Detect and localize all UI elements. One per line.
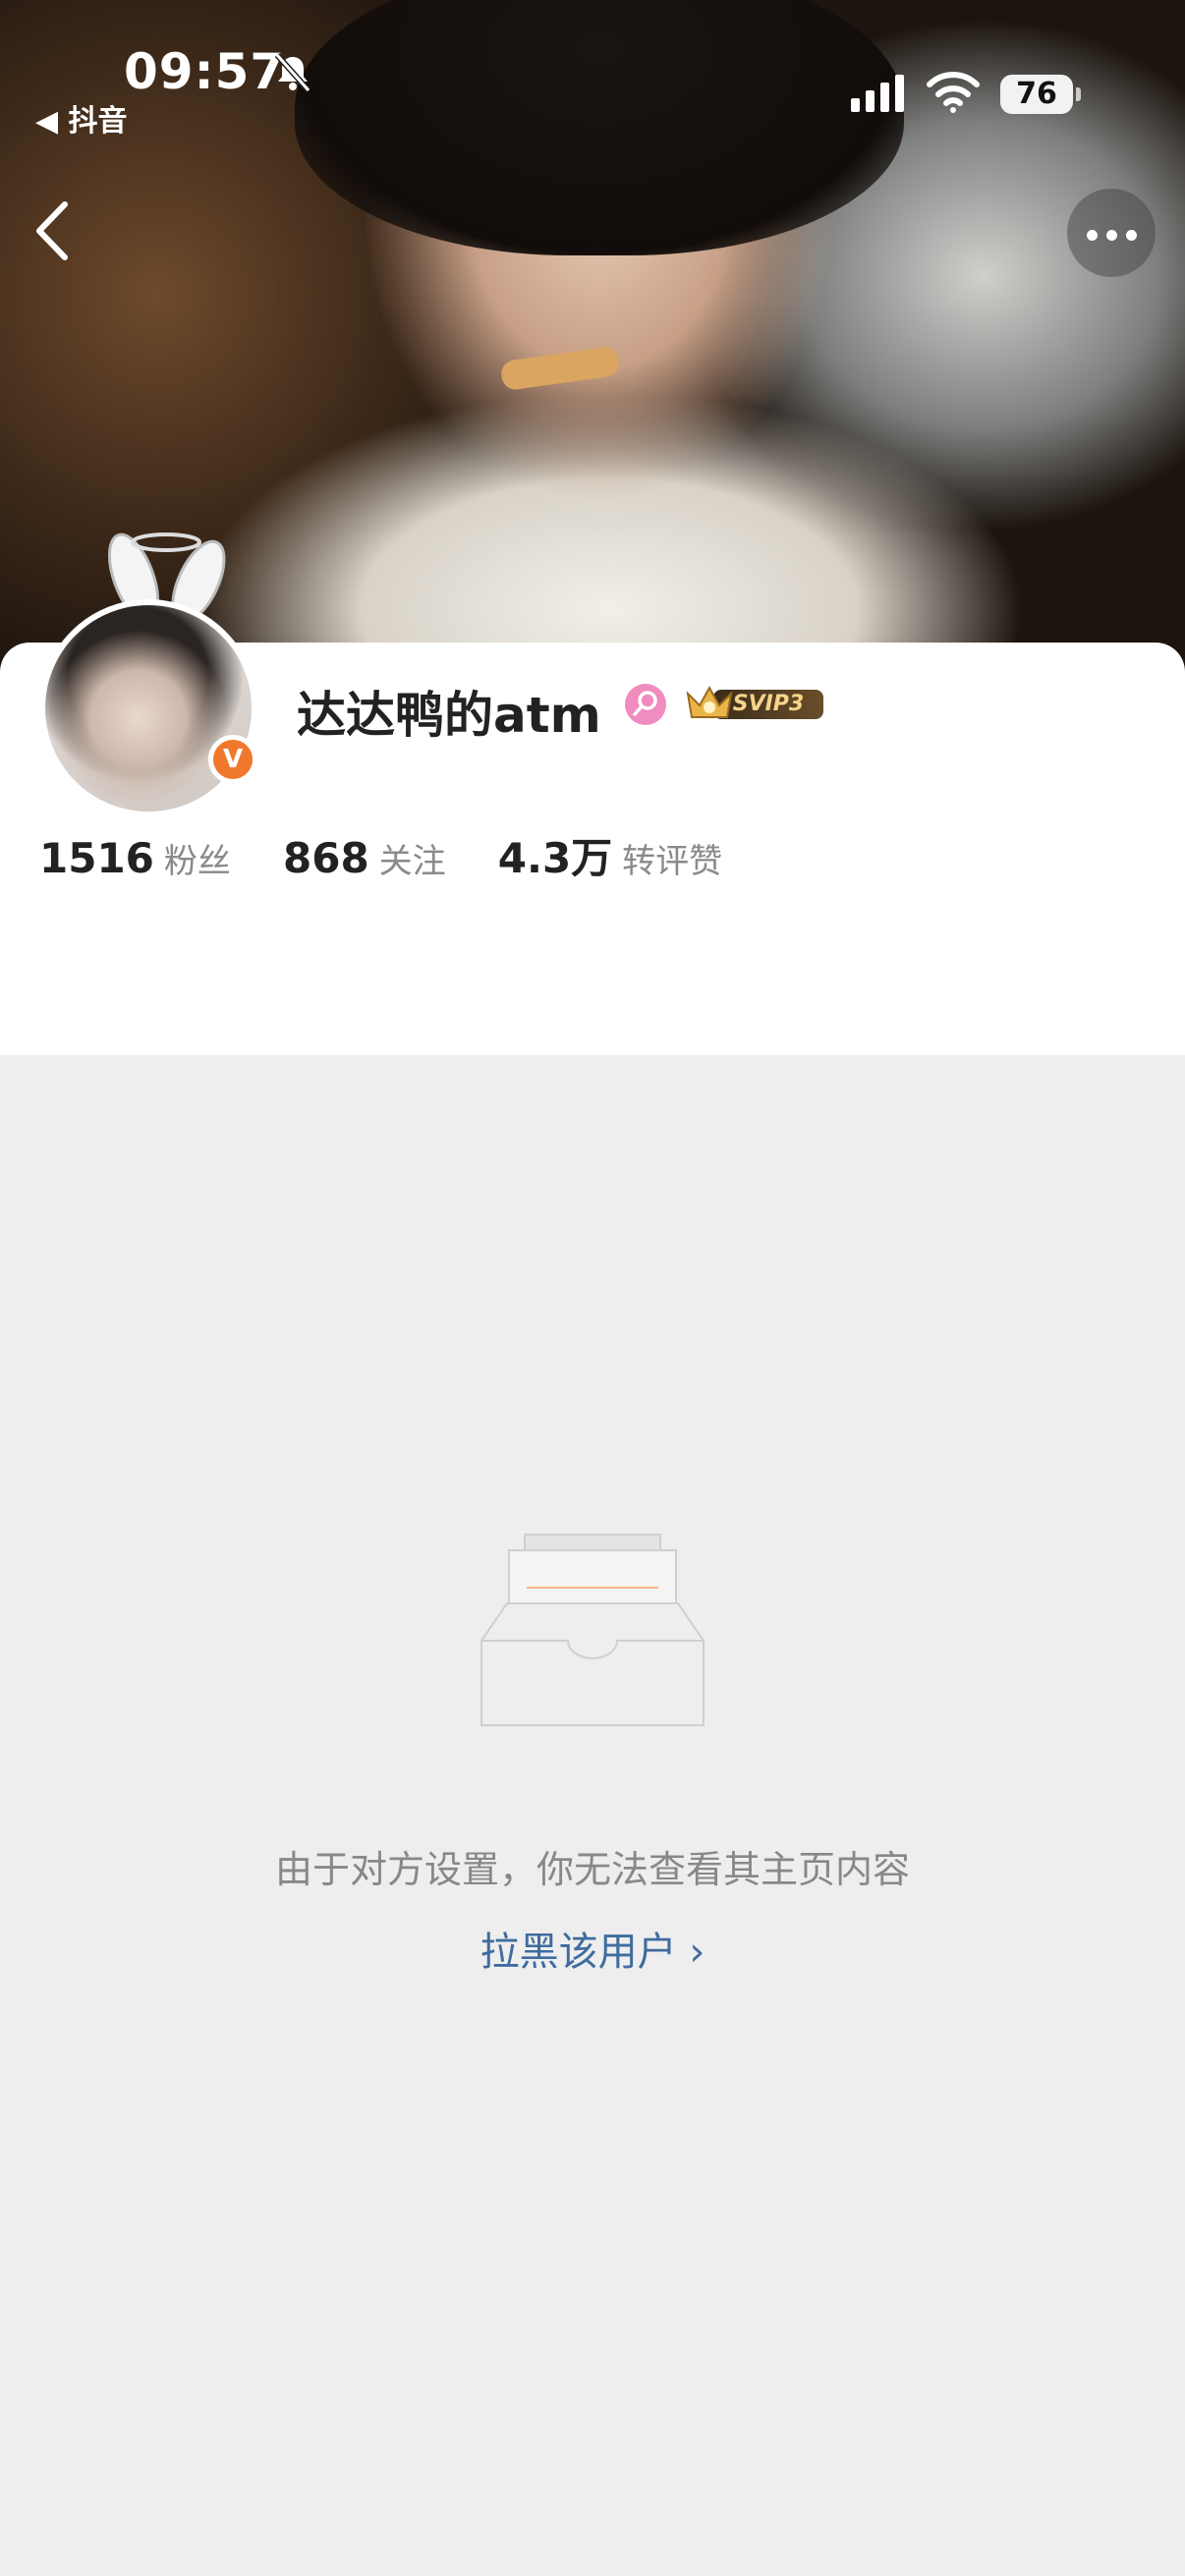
- stat-interactions[interactable]: 4.3万 转评赞: [498, 825, 722, 885]
- more-dot-icon: [1087, 230, 1098, 241]
- wifi-icon: [927, 72, 980, 113]
- back-to-app-link[interactable]: ◀ 抖音: [35, 96, 128, 140]
- crown-icon: [686, 685, 733, 718]
- stat-value: 868: [283, 834, 369, 882]
- cellular-signal-icon: [851, 75, 904, 112]
- profile-stats: 1516 粉丝 868 关注 4.3万 转评赞: [39, 825, 769, 884]
- stat-value: 4.3万: [497, 834, 613, 882]
- battery-indicator: 76: [1000, 75, 1081, 114]
- empty-inbox-icon: [480, 1534, 705, 1726]
- more-dot-icon: [1126, 230, 1137, 241]
- more-dot-icon: [1106, 230, 1117, 241]
- block-user-link[interactable]: 拉黑该用户 ›: [0, 1920, 1185, 1977]
- verified-badge-icon: V: [208, 735, 257, 784]
- stat-label: 关注: [378, 842, 446, 881]
- status-time: 09:57: [124, 43, 286, 100]
- female-gender-icon: [625, 684, 666, 725]
- stat-followers[interactable]: 1516 粉丝: [39, 834, 231, 882]
- avatar-container[interactable]: V: [33, 531, 269, 817]
- bell-muted-icon: [274, 53, 311, 92]
- stat-following[interactable]: 868 关注: [283, 834, 446, 882]
- back-arrow-icon[interactable]: [29, 196, 79, 265]
- stat-value: 1516: [39, 834, 154, 882]
- stat-label: 转评赞: [622, 842, 723, 881]
- avatar[interactable]: [39, 599, 257, 817]
- status-bar: 09:57 ◀ 抖音 76: [0, 0, 1185, 140]
- profile-username: 达达鸭的atm: [297, 687, 601, 744]
- more-options-button[interactable]: [1067, 189, 1156, 277]
- svip-badge[interactable]: SVIP3: [684, 682, 825, 725]
- stat-label: 粉丝: [163, 842, 231, 881]
- cover-photo-detail: [499, 345, 621, 392]
- empty-state-message: 由于对方设置，你无法查看其主页内容: [274, 1848, 910, 1891]
